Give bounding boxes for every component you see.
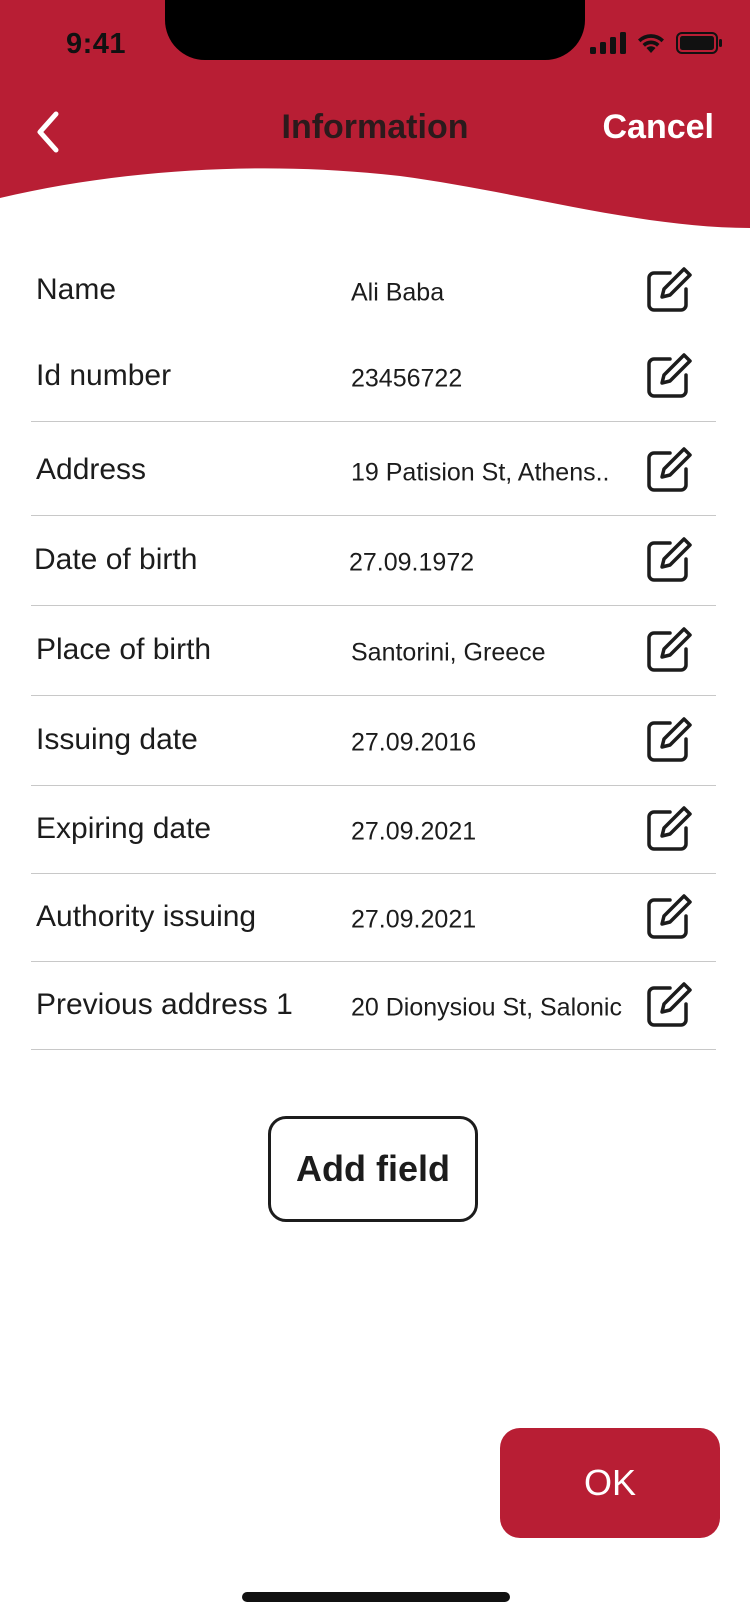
divider <box>31 873 716 874</box>
field-row-authority-issuing: Authority issuing 27.09.2021 <box>30 877 716 957</box>
field-value: 27.09.2021 <box>351 905 477 934</box>
status-time: 9:41 <box>66 28 127 60</box>
battery-icon <box>676 32 722 54</box>
divider <box>31 1049 716 1050</box>
field-label: Address <box>36 453 147 486</box>
field-row-name: Name Ali Baba <box>30 250 716 330</box>
field-value: Ali Baba <box>351 278 445 307</box>
divider <box>31 961 716 962</box>
field-value: 27.09.1972 <box>349 548 475 577</box>
divider <box>31 515 716 516</box>
field-row-id-number: Id number 23456722 <box>30 336 716 416</box>
field-label: Name <box>36 273 117 306</box>
field-label: Place of birth <box>36 633 212 666</box>
field-row-address: Address 19 Patision St, Athens.. <box>30 430 716 510</box>
cancel-button[interactable]: Cancel <box>603 108 715 147</box>
edit-icon[interactable] <box>644 265 694 315</box>
signal-icon <box>590 32 626 54</box>
device-notch <box>165 0 585 60</box>
field-label: Authority issuing <box>36 900 257 933</box>
field-row-issuing-date: Issuing date 27.09.2016 <box>30 700 716 780</box>
edit-icon[interactable] <box>644 980 694 1030</box>
field-value: Santorini, Greece <box>351 638 546 667</box>
divider <box>31 421 716 422</box>
field-label: Id number <box>36 359 172 392</box>
edit-icon[interactable] <box>644 351 694 401</box>
field-value: 23456722 <box>351 364 463 393</box>
ok-button[interactable]: OK <box>500 1428 720 1538</box>
status-icons <box>590 32 722 54</box>
edit-icon[interactable] <box>644 625 694 675</box>
divider <box>31 605 716 606</box>
edit-icon[interactable] <box>644 804 694 854</box>
field-value: 27.09.2016 <box>351 728 477 757</box>
field-row-date-of-birth: Date of birth 27.09.1972 <box>30 520 716 600</box>
field-value: 20 Dionysiou St, Salonic <box>351 993 622 1022</box>
field-value: 19 Patision St, Athens.. <box>351 458 610 487</box>
field-row-previous-address-1: Previous address 1 20 Dionysiou St, Salo… <box>30 965 716 1045</box>
phone-screen: 9:41 Information Cancel Name Ali Baba Id… <box>0 0 750 1624</box>
edit-icon[interactable] <box>644 892 694 942</box>
field-row-place-of-birth: Place of birth Santorini, Greece <box>30 610 716 690</box>
edit-icon[interactable] <box>644 715 694 765</box>
field-label: Previous address 1 <box>36 988 293 1021</box>
divider <box>31 785 716 786</box>
field-label: Expiring date <box>36 812 212 845</box>
home-indicator <box>242 1592 510 1602</box>
field-label: Issuing date <box>36 723 198 756</box>
field-label: Date of birth <box>34 543 198 576</box>
edit-icon[interactable] <box>644 535 694 585</box>
field-row-expiring-date: Expiring date 27.09.2021 <box>30 789 716 869</box>
field-value: 27.09.2021 <box>351 817 477 846</box>
edit-icon[interactable] <box>644 445 694 495</box>
wifi-icon <box>638 34 664 53</box>
add-field-button[interactable]: Add field <box>268 1116 478 1222</box>
divider <box>31 695 716 696</box>
